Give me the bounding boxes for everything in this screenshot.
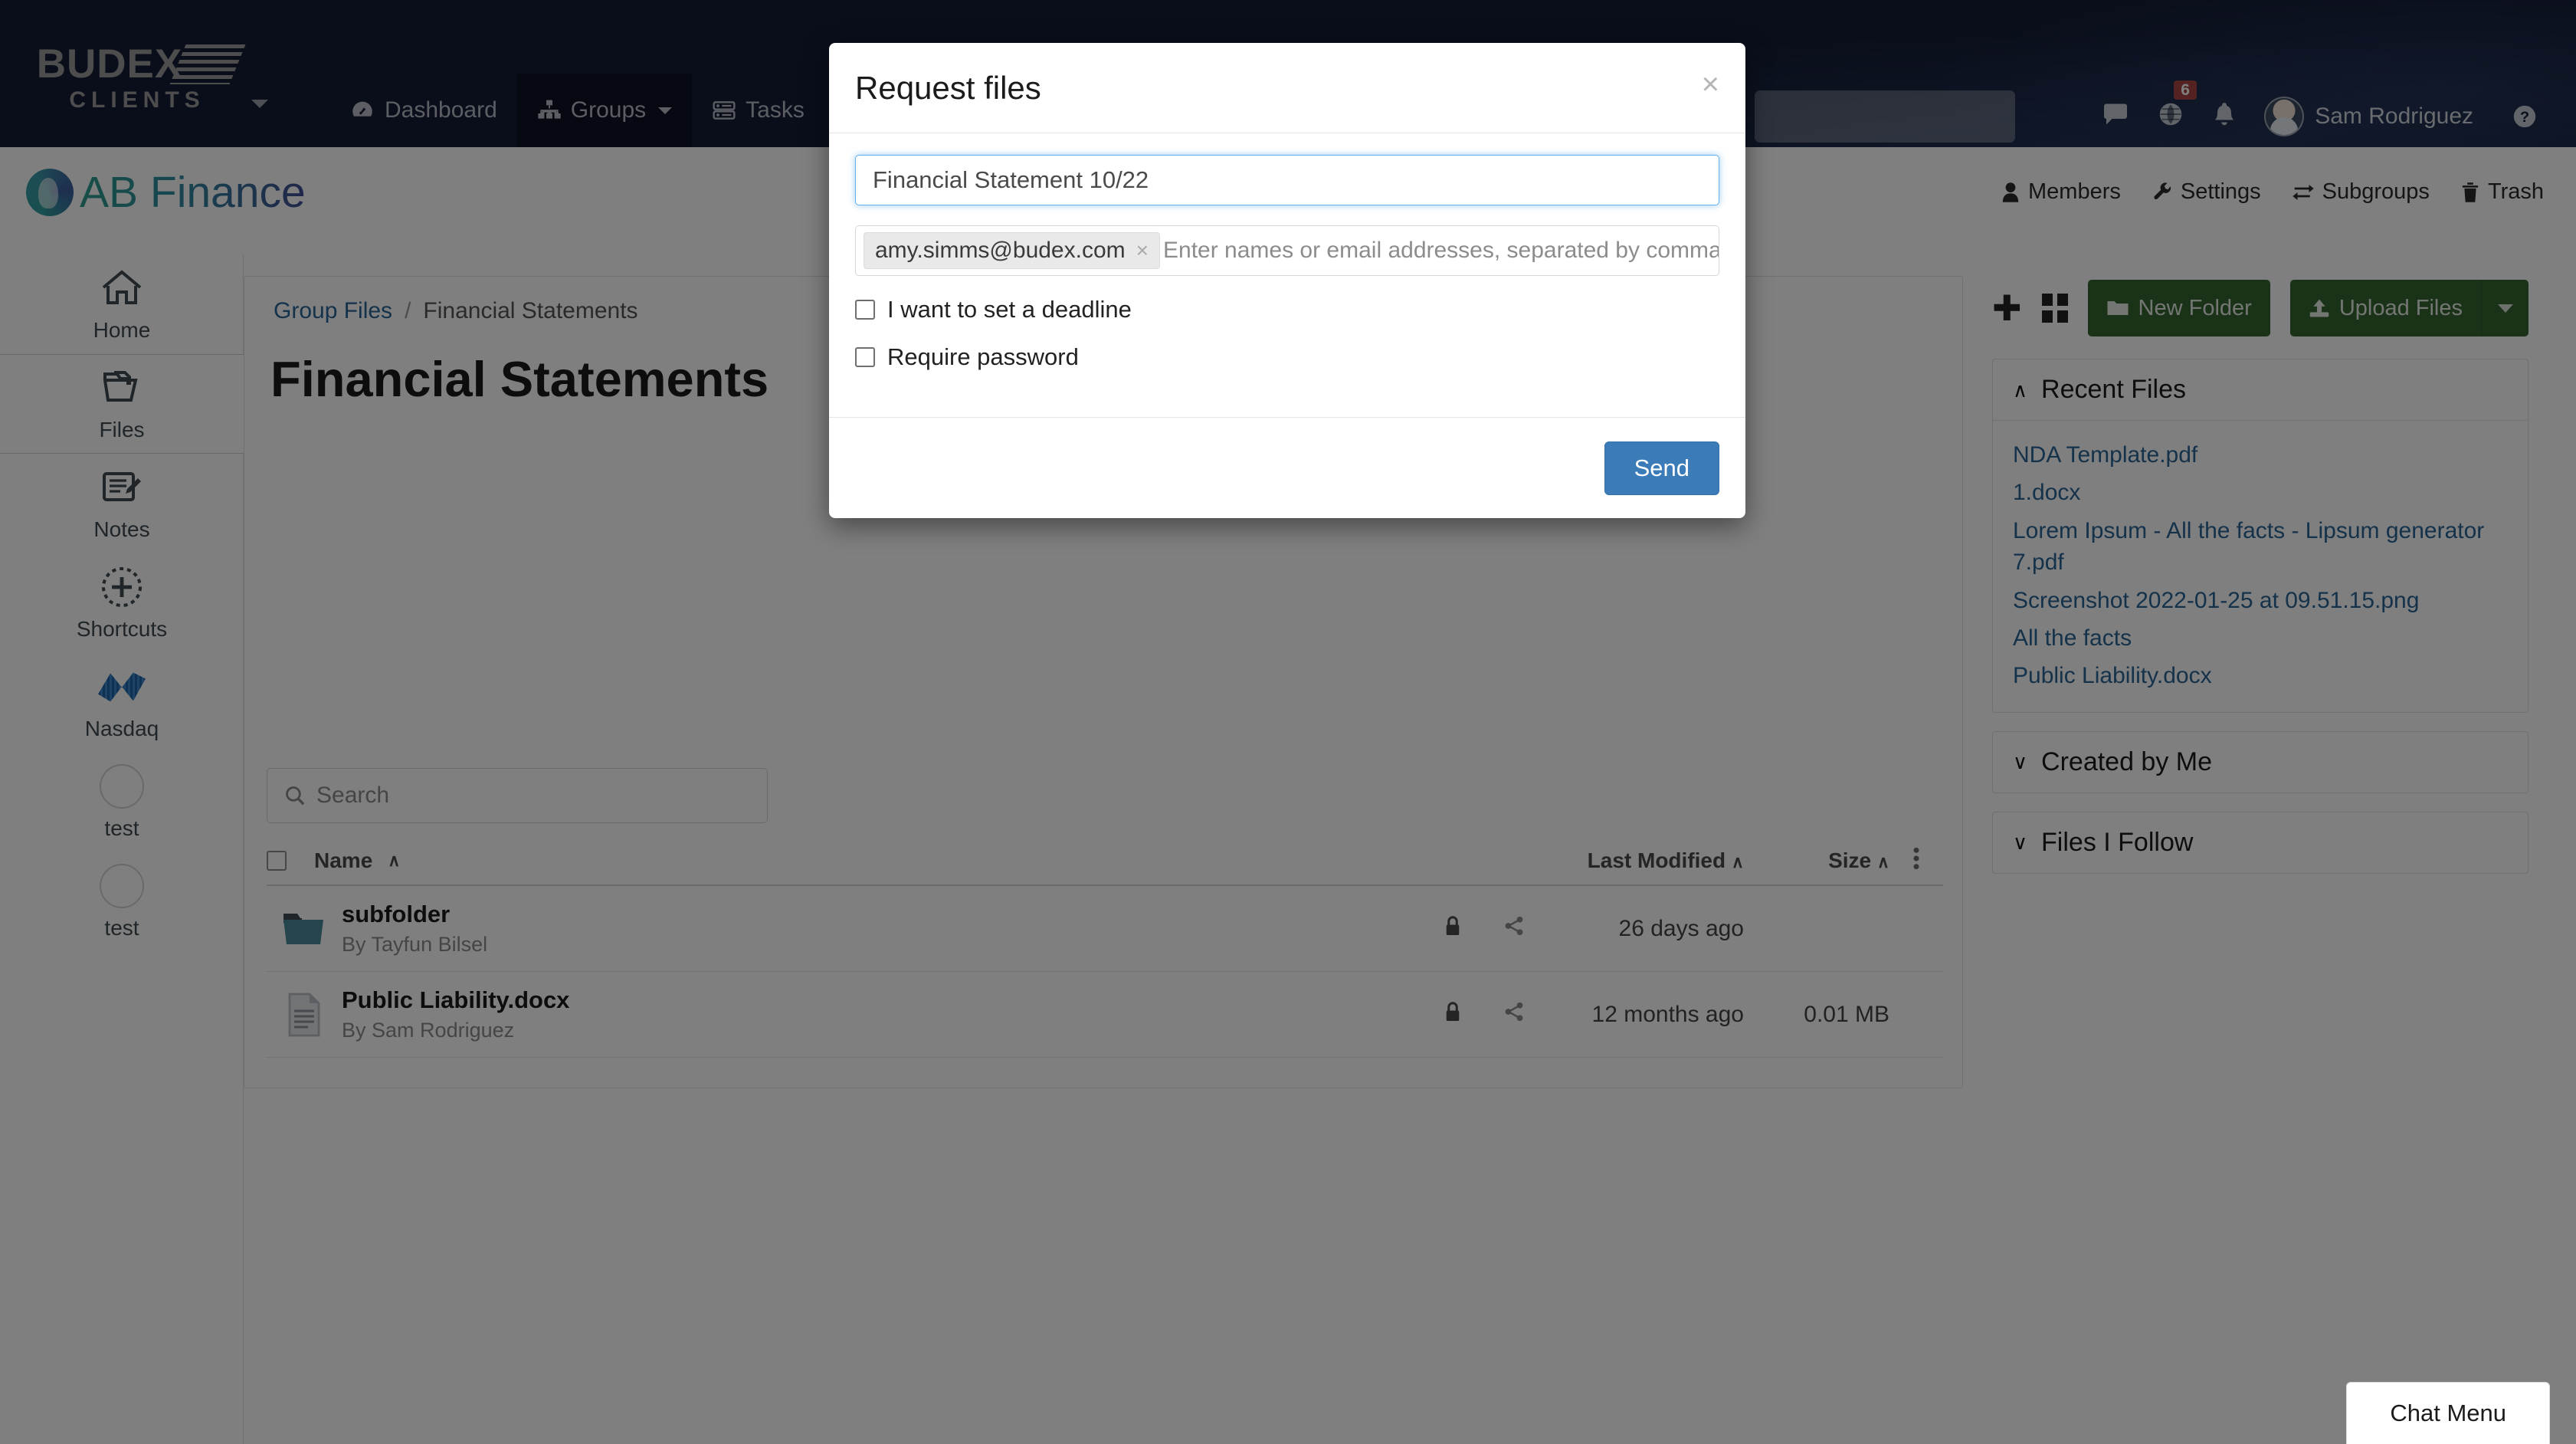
recipients-field[interactable]: amy.simms@budex.com × Enter names or ema… xyxy=(855,225,1719,276)
request-files-modal: Request files × amy.simms@budex.com × En… xyxy=(829,43,1745,518)
recipients-placeholder: Enter names or email addresses, separate… xyxy=(1163,238,1719,263)
recipient-tag: amy.simms@budex.com × xyxy=(864,232,1160,269)
modal-title: Request files xyxy=(855,69,1041,106)
deadline-checkbox[interactable] xyxy=(855,300,875,320)
request-name-input[interactable] xyxy=(855,155,1719,205)
deadline-checkbox-label: I want to set a deadline xyxy=(887,296,1132,323)
modal-body: amy.simms@budex.com × Enter names or ema… xyxy=(829,133,1745,371)
close-x-icon[interactable]: × xyxy=(1702,69,1719,100)
password-checkbox-label: Require password xyxy=(887,343,1079,370)
password-checkbox[interactable] xyxy=(855,347,875,367)
recipient-tag-label: amy.simms@budex.com xyxy=(875,238,1126,263)
app-root: BUDEX CLIENTS Dashboard Groups xyxy=(0,0,2576,1444)
password-checkbox-row[interactable]: Require password xyxy=(855,343,1719,371)
modal-header: Request files × xyxy=(829,43,1745,133)
modal-footer: Send xyxy=(829,417,1745,518)
chat-menu-button[interactable]: Chat Menu xyxy=(2346,1382,2550,1444)
deadline-checkbox-row[interactable]: I want to set a deadline xyxy=(855,296,1719,323)
recipient-tag-remove-icon[interactable]: × xyxy=(1136,238,1149,263)
send-button[interactable]: Send xyxy=(1604,441,1719,495)
